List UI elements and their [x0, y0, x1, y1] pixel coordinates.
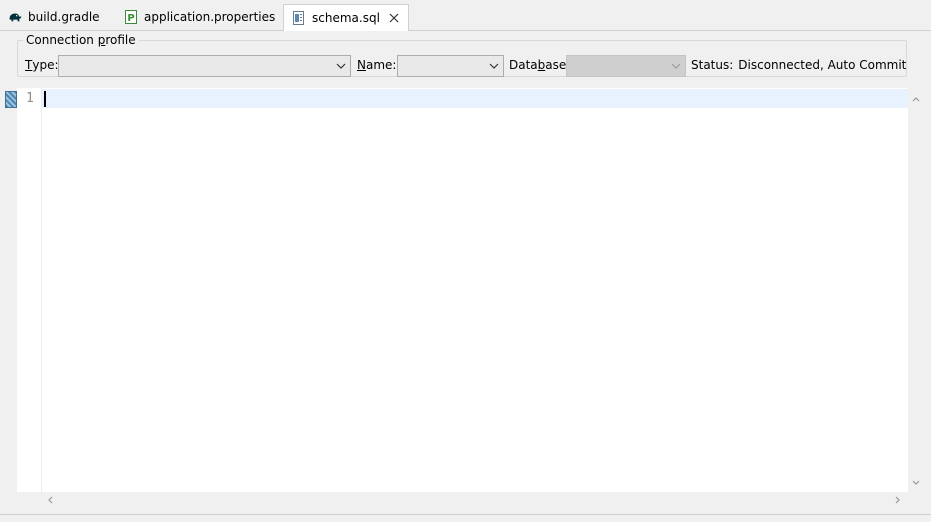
text-caret: [44, 91, 46, 107]
scroll-right-icon[interactable]: [893, 495, 903, 505]
quick-diff-marker: [5, 91, 17, 108]
status-value: Disconnected, Auto Commit: [738, 58, 907, 72]
type-label: Type:: [25, 58, 59, 72]
connection-status: Status: Disconnected, Auto Commit: [691, 53, 906, 77]
editor-tab-bar: build.gradle P application.properties sc…: [0, 0, 931, 31]
gradle-elephant-icon: [8, 10, 22, 24]
chevron-down-icon: [489, 63, 499, 69]
tab-schema-sql[interactable]: schema.sql: [283, 4, 409, 31]
properties-file-icon: P: [124, 10, 138, 24]
sql-editor[interactable]: 1: [17, 88, 908, 492]
chevron-down-icon: [336, 63, 346, 69]
svg-text:P: P: [127, 13, 134, 24]
sql-file-icon: [292, 11, 306, 25]
line-number: 1: [26, 91, 34, 106]
scroll-down-icon[interactable]: [911, 478, 921, 488]
vertical-scrollbar[interactable]: [908, 88, 924, 492]
name-label: Name:: [357, 58, 397, 72]
database-select: [566, 55, 686, 77]
status-label: Status:: [691, 58, 734, 72]
scroll-left-icon[interactable]: [45, 495, 55, 505]
horizontal-scrollbar[interactable]: [41, 492, 908, 508]
tab-application-properties[interactable]: P application.properties: [116, 4, 283, 30]
name-select[interactable]: [397, 55, 504, 77]
close-tab-icon[interactable]: [388, 12, 400, 24]
connection-profile-label: Connection profile: [26, 33, 136, 47]
current-line-highlight: [42, 89, 908, 108]
tab-label: schema.sql: [312, 11, 380, 25]
line-number-gutter: 1: [17, 88, 42, 492]
tab-label: build.gradle: [28, 10, 100, 24]
chevron-down-icon: [671, 63, 681, 69]
connection-profile-panel: Connection profile Type: Name: Data b ase:…: [0, 31, 931, 85]
tab-build-gradle[interactable]: build.gradle: [0, 4, 108, 30]
scroll-up-icon[interactable]: [911, 94, 921, 104]
type-select[interactable]: [58, 55, 351, 77]
tab-label: application.properties: [144, 10, 276, 24]
database-label: Data b ase:: [509, 58, 571, 72]
